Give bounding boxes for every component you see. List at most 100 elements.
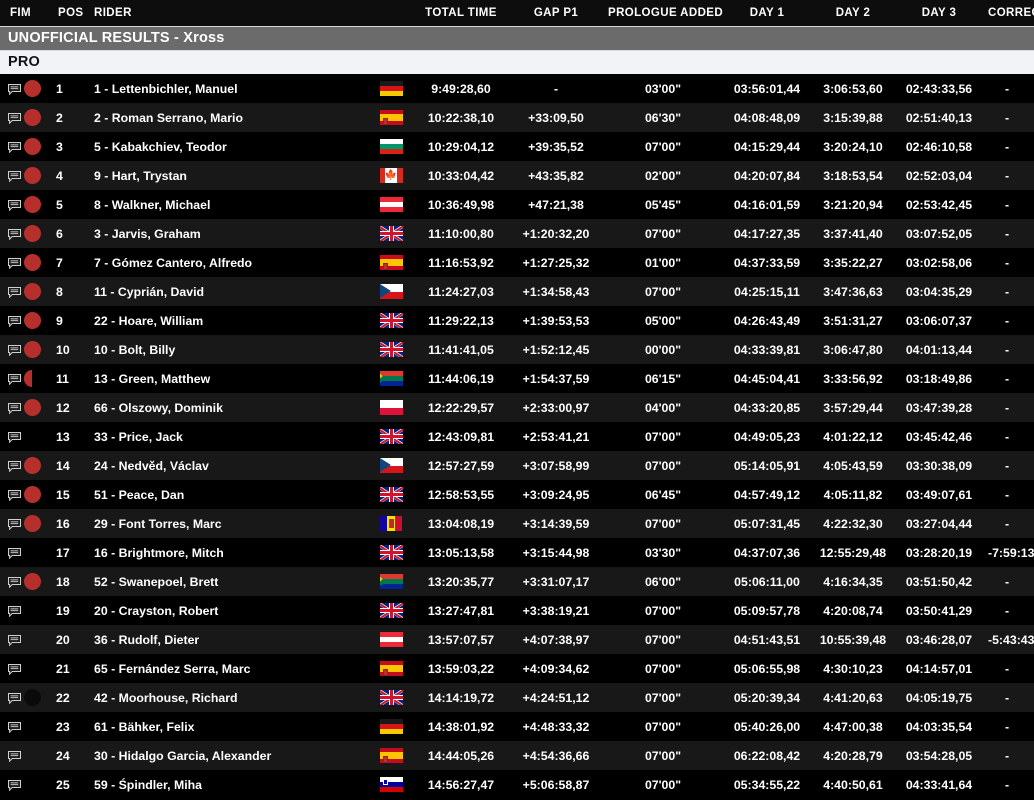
- table-row[interactable]: 77 - Gómez Cantero, Alfredo 11:16:53,92 +1…: [0, 248, 1034, 277]
- chat-bubble-icon[interactable]: [8, 344, 21, 356]
- chat-bubble-icon[interactable]: [8, 112, 21, 124]
- rider-comment-cell[interactable]: [0, 567, 22, 596]
- rider-comment-cell[interactable]: [0, 509, 22, 538]
- table-row[interactable]: 63 - Jarvis, Graham 11:10:00,80 +1:20:32,2…: [0, 219, 1034, 248]
- rider-comment-cell[interactable]: [0, 393, 22, 422]
- chat-bubble-icon[interactable]: [8, 663, 21, 675]
- chat-bubble-icon[interactable]: [8, 373, 21, 385]
- chat-bubble-icon[interactable]: [8, 779, 21, 791]
- chat-bubble-icon[interactable]: [8, 286, 21, 298]
- table-row[interactable]: 21 65 - Fernández Serra, Marc 13:59:03,22 +…: [0, 654, 1034, 683]
- rider-comment-cell[interactable]: [0, 306, 22, 335]
- rider-day3-time: 02:46:10,58: [896, 132, 982, 161]
- chat-bubble-icon[interactable]: [8, 750, 21, 762]
- rider-comment-cell[interactable]: [0, 74, 22, 103]
- rider-prologue-added: 07'00": [602, 770, 724, 799]
- table-row[interactable]: 13 33 - Price, Jack 12:43:09,81 +2:53:41,21…: [0, 422, 1034, 451]
- table-row[interactable]: 19 20 - Crayston, Robert 13:27:47,81 +3:38:…: [0, 596, 1034, 625]
- chat-bubble-icon[interactable]: [8, 489, 21, 501]
- chat-bubble-icon[interactable]: [8, 170, 21, 182]
- chat-bubble-icon[interactable]: [8, 315, 21, 327]
- rider-gap-p1: +2:53:41,21: [510, 422, 602, 451]
- header-gap-p1: GAP P1: [510, 0, 602, 26]
- table-row[interactable]: 22 42 - Moorhouse, Richard 14:14:19,72 +4:2…: [0, 683, 1034, 712]
- rider-comment-cell[interactable]: [0, 364, 22, 393]
- table-row[interactable]: 9 22 - Hoare, William 11:29:22,13 +1:39:53,…: [0, 306, 1034, 335]
- chat-bubble-icon[interactable]: [8, 257, 21, 269]
- table-row[interactable]: 24 30 - Hidalgo Garcia, Alexander 14:44:05…: [0, 741, 1034, 770]
- table-row[interactable]: 14 24 - Nedvěd, Václav 12:57:27,59 +3:07:58…: [0, 451, 1034, 480]
- rider-comment-cell[interactable]: [0, 741, 22, 770]
- chat-bubble-icon[interactable]: [8, 605, 21, 617]
- rider-comment-cell[interactable]: [0, 770, 22, 799]
- rider-total-time: 11:16:53,92: [412, 248, 510, 277]
- header-fim: FIM: [0, 0, 31, 26]
- table-row[interactable]: 49 - Hart, Trystan 🍁 10:33:04,42 +43:35,82 0…: [0, 161, 1034, 190]
- rider-name: 11 - Cyprián, David: [90, 277, 370, 306]
- table-row[interactable]: 25 59 - Śpindler, Miha 14:56:27,47 +5:06:58…: [0, 770, 1034, 799]
- table-row[interactable]: 10 10 - Bolt, Billy 11:41:41,05 +1:52:12,45…: [0, 335, 1034, 364]
- rider-comment-cell[interactable]: [0, 161, 22, 190]
- chat-bubble-icon[interactable]: [8, 518, 21, 530]
- table-row[interactable]: 23 61 - Bähker, Felix 14:38:01,92 +4:48:33,…: [0, 712, 1034, 741]
- rider-comment-cell[interactable]: [0, 683, 22, 712]
- table-row[interactable]: 35 - Kabakchiev, Teodor 10:29:04,12 +39:35…: [0, 132, 1034, 161]
- rider-status-cell: [22, 596, 52, 625]
- chat-bubble-icon[interactable]: [8, 83, 21, 95]
- rider-nationality: [370, 132, 412, 161]
- chat-bubble-icon[interactable]: [8, 634, 21, 646]
- table-row[interactable]: 16 29 - Font Torres, Marc 13:04:08,19 +3:14…: [0, 509, 1034, 538]
- table-row[interactable]: 8 11 - Cyprián, David 11:24:27,03 +1:34:58,…: [0, 277, 1034, 306]
- rider-comment-cell[interactable]: [0, 132, 22, 161]
- status-dot-red: [24, 515, 41, 532]
- rider-comment-cell[interactable]: [0, 335, 22, 364]
- rider-name: 22 - Hoare, William: [90, 306, 370, 335]
- chat-bubble-icon[interactable]: [8, 228, 21, 240]
- status-dot-half-red: [24, 370, 32, 387]
- rider-position: 15: [52, 480, 90, 509]
- rider-gap-p1: +1:34:58,43: [510, 277, 602, 306]
- table-row[interactable]: 15 51 - Peace, Dan 12:58:53,55 +3:09:24,95 0…: [0, 480, 1034, 509]
- rider-nationality: [370, 393, 412, 422]
- rider-name: 51 - Peace, Dan: [90, 480, 370, 509]
- rider-comment-cell[interactable]: [0, 190, 22, 219]
- chat-bubble-icon[interactable]: [8, 547, 21, 559]
- rider-correction: -: [982, 741, 1034, 770]
- rider-name: 20 - Crayston, Robert: [90, 596, 370, 625]
- rider-comment-cell[interactable]: [0, 277, 22, 306]
- rider-nationality: [370, 480, 412, 509]
- table-row[interactable]: 11 13 - Green, Matthew 11:44:06,19 +1:54:37…: [0, 364, 1034, 393]
- chat-bubble-icon[interactable]: [8, 199, 21, 211]
- rider-day3-time: 03:02:58,06: [896, 248, 982, 277]
- table-row[interactable]: 17 16 - Brightmore, Mitch 13:05:13,58 +3:15…: [0, 538, 1034, 567]
- rider-comment-cell[interactable]: [0, 538, 22, 567]
- rider-day3-time: 04:33:41,64: [896, 770, 982, 799]
- chat-bubble-icon[interactable]: [8, 431, 21, 443]
- rider-comment-cell[interactable]: [0, 625, 22, 654]
- table-row[interactable]: 20 36 - Rudolf, Dieter 13:57:07,57 +4:07:38…: [0, 625, 1034, 654]
- rider-gap-p1: +4:09:34,62: [510, 654, 602, 683]
- chat-bubble-icon[interactable]: [8, 460, 21, 472]
- chat-bubble-icon[interactable]: [8, 141, 21, 153]
- table-row[interactable]: 12 66 - Olszowy, Dominik 12:22:29,57 +2:33:…: [0, 393, 1034, 422]
- rider-day2-time: 4:47:00,38: [810, 712, 896, 741]
- rider-comment-cell[interactable]: [0, 712, 22, 741]
- table-row[interactable]: 11 - Lettenbichler, Manuel 9:49:28,60-03'…: [0, 74, 1034, 103]
- rider-comment-cell[interactable]: [0, 103, 22, 132]
- chat-bubble-icon[interactable]: [8, 576, 21, 588]
- table-row[interactable]: 22 - Roman Serrano, Mario 10:22:38,10 +33:…: [0, 103, 1034, 132]
- chat-bubble-icon[interactable]: [8, 402, 21, 414]
- rider-comment-cell[interactable]: [0, 451, 22, 480]
- table-row[interactable]: 18 52 - Swanepoel, Brett 13:20:35,77 +3:31:…: [0, 567, 1034, 596]
- table-row[interactable]: 58 - Walkner, Michael 10:36:49,98 +47:21,3…: [0, 190, 1034, 219]
- rider-comment-cell[interactable]: [0, 480, 22, 509]
- rider-comment-cell[interactable]: [0, 654, 22, 683]
- rider-comment-cell[interactable]: [0, 596, 22, 625]
- rider-day2-time: 3:51:31,27: [810, 306, 896, 335]
- rider-status-cell: [22, 538, 52, 567]
- rider-comment-cell[interactable]: [0, 422, 22, 451]
- chat-bubble-icon[interactable]: [8, 692, 21, 704]
- rider-comment-cell[interactable]: [0, 219, 22, 248]
- chat-bubble-icon[interactable]: [8, 721, 21, 733]
- rider-comment-cell[interactable]: [0, 248, 22, 277]
